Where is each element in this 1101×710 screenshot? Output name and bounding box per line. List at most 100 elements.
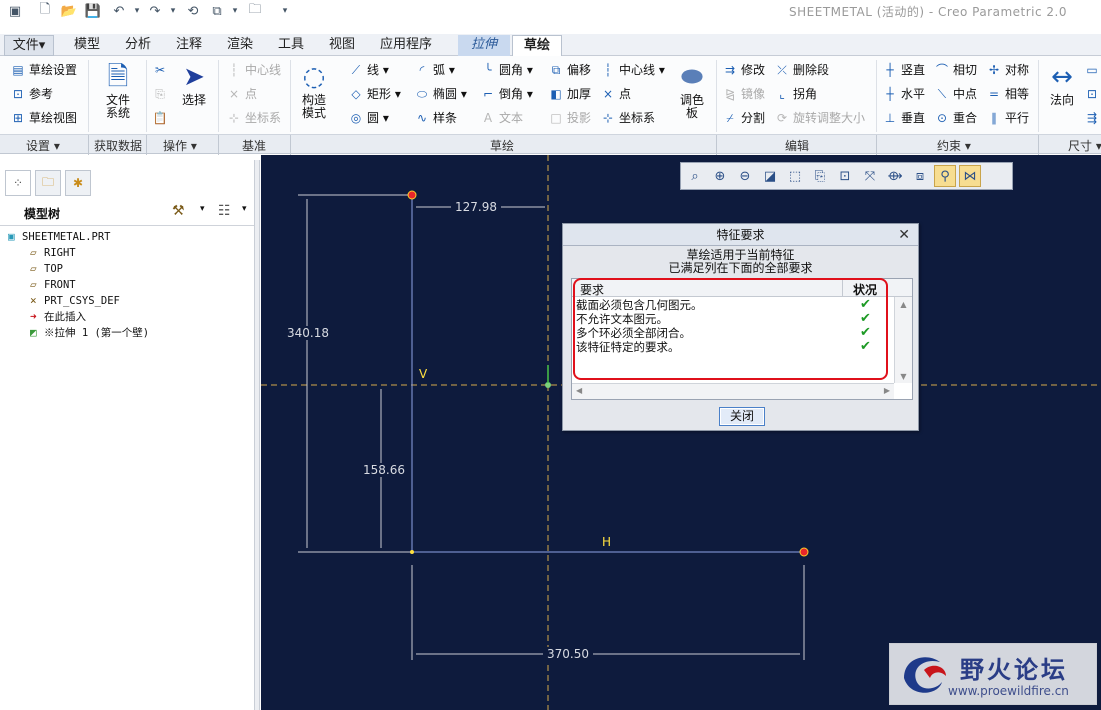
divide-button[interactable]: ⌿ 分割 <box>722 108 765 128</box>
new-file-icon[interactable]: 🗋 <box>36 2 54 20</box>
tab-render[interactable]: 渲染 <box>217 35 263 56</box>
list-item[interactable]: 多个环必须全部闭合。 <box>576 326 691 340</box>
close-window-icon[interactable]: 🗀 <box>246 2 264 20</box>
tree-item-front[interactable]: ▱ FRONT <box>30 277 76 292</box>
parallel-constraint-button[interactable]: ∥ 平行 <box>986 108 1029 128</box>
datum-csys-button[interactable]: ⊹ 坐标系 <box>226 108 281 128</box>
dimension-display-icon[interactable]: ⧈ <box>909 165 931 187</box>
col-requirement[interactable]: 要求 <box>580 281 604 298</box>
scroll-up-icon[interactable]: ▲ <box>895 300 912 309</box>
datum-point-button[interactable]: × 点 <box>226 84 257 104</box>
tab-model[interactable]: 模型 <box>64 35 110 56</box>
thicken-button[interactable]: ◧ 加厚 <box>548 84 591 104</box>
dimension-370[interactable]: 370.50 <box>543 647 593 661</box>
group-setup[interactable]: 设置 ▾ <box>26 137 60 154</box>
redo-dropdown-icon[interactable]: ▾ <box>164 2 182 20</box>
vertical-scrollbar[interactable]: ▲ ▼ <box>894 297 912 383</box>
redo-icon[interactable]: ↷ <box>146 2 164 20</box>
model-tree-tab[interactable]: ⁘ <box>5 170 31 196</box>
tab-tools[interactable]: 工具 <box>268 35 314 56</box>
construction-mode-button[interactable]: ◌ 构造 模式 <box>296 60 332 120</box>
scroll-left-icon[interactable]: ◀ <box>576 386 582 395</box>
group-operations[interactable]: 操作 ▾ <box>163 137 197 154</box>
sketch-setup-button[interactable]: ▤ 草绘设置 <box>10 60 77 80</box>
delete-segment-button[interactable]: ⤫ 删除段 <box>774 60 829 80</box>
project-button[interactable]: □ 投影 <box>548 108 591 128</box>
perpendicular-constraint-button[interactable]: ⊥ 垂直 <box>882 108 925 128</box>
vertex-display-icon[interactable]: ⋈ <box>959 165 981 187</box>
windows-dropdown-icon[interactable]: ▾ <box>226 2 244 20</box>
col-status[interactable]: 状况 <box>853 281 877 298</box>
tree-show-icon[interactable]: ☷ <box>218 203 231 219</box>
tab-file[interactable]: 文件▾ <box>4 35 54 56</box>
scroll-right-icon[interactable]: ▶ <box>884 386 890 395</box>
scroll-down-icon[interactable]: ▼ <box>895 372 912 381</box>
sketch-view-icon[interactable]: ⊡ <box>834 165 856 187</box>
equal-constraint-button[interactable]: = 相等 <box>986 84 1029 104</box>
text-button[interactable]: A 文本 <box>480 108 523 128</box>
coincident-constraint-button[interactable]: ⊙ 重合 <box>934 108 977 128</box>
refit-icon[interactable]: ⌕ <box>684 165 706 187</box>
save-icon[interactable]: 💾 <box>84 2 102 20</box>
file-system-button[interactable]: 🗎 文件 系统 <box>96 60 140 120</box>
tree-item-right[interactable]: ▱ RIGHT <box>30 245 76 260</box>
zoom-in-icon[interactable]: ⊕ <box>709 165 731 187</box>
close-button[interactable]: 关闭 <box>719 407 765 426</box>
datum-centerline-button[interactable]: ┆ 中心线 <box>226 60 281 80</box>
tree-settings-dropdown-icon[interactable]: ▾ <box>200 204 205 214</box>
tab-sketch[interactable]: 草绘 <box>512 35 562 56</box>
zoom-out-icon[interactable]: ⊖ <box>734 165 756 187</box>
paste-button[interactable]: 📋 <box>152 108 171 128</box>
list-item[interactable]: 截面必须包含几何图元。 <box>576 298 703 312</box>
tree-item-part[interactable]: ▣ SHEETMETAL.PRT <box>8 229 111 244</box>
tab-view[interactable]: 视图 <box>319 35 365 56</box>
palette-button[interactable]: ⬬ 调色 板 <box>672 60 712 120</box>
open-folder-icon[interactable]: 📂 <box>60 2 78 20</box>
display-style-icon[interactable]: ⬚ <box>784 165 806 187</box>
references-button[interactable]: ⊡ 参考 <box>10 84 53 104</box>
perimeter-dimension-button[interactable]: ▭ <box>1084 60 1101 80</box>
undo-icon[interactable]: ↶ <box>110 2 128 20</box>
chamfer-button[interactable]: ⌐ 倒角 ▾ <box>480 84 533 104</box>
tree-item-csys[interactable]: ⨯ PRT_CSYS_DEF <box>30 293 120 308</box>
saved-views-icon[interactable]: ⎘ <box>809 165 831 187</box>
tab-applications[interactable]: 应用程序 <box>370 35 442 56</box>
tree-item-insert-here[interactable]: ➜ 在此插入 <box>30 309 86 324</box>
list-item[interactable]: 不允许文本图元。 <box>576 312 668 326</box>
tab-analysis[interactable]: 分析 <box>115 35 161 56</box>
symmetric-constraint-button[interactable]: ✢ 对称 <box>986 60 1029 80</box>
tree-item-extrude[interactable]: ◩ ※拉伸 1 (第一个壁) <box>30 325 149 340</box>
repaint-icon[interactable]: ◪ <box>759 165 781 187</box>
favorites-tab[interactable]: ✱ <box>65 170 91 196</box>
datum-display-icon[interactable]: ⤧ <box>859 165 881 187</box>
sketch-centerline-button[interactable]: ┆ 中心线 ▾ <box>600 60 664 80</box>
cut-button[interactable]: ✂ <box>152 60 171 80</box>
group-constrain[interactable]: 约束 ▾ <box>937 137 971 154</box>
horizontal-constraint-button[interactable]: ┼ 水平 <box>882 84 925 104</box>
tangent-constraint-button[interactable]: ⌒ 相切 <box>934 60 977 80</box>
constraint-display-icon[interactable]: ⚲ <box>934 165 956 187</box>
mirror-button[interactable]: ⧎ 镜像 <box>722 84 765 104</box>
corner-button[interactable]: ⌞ 拐角 <box>774 84 817 104</box>
select-button[interactable]: ➤ 选择 <box>176 60 212 107</box>
panel-splitter[interactable] <box>254 160 260 710</box>
close-icon[interactable]: ✕ <box>898 224 910 246</box>
tree-settings-icon[interactable]: ⚒ <box>172 203 185 219</box>
sketch-view-button[interactable]: ⊞ 草绘视图 <box>10 108 77 128</box>
windows-icon[interactable]: ⧉ <box>208 2 226 20</box>
line-button[interactable]: ⟋ 线 ▾ <box>348 60 389 80</box>
sketch-point-button[interactable]: × 点 <box>600 84 631 104</box>
fillet-button[interactable]: ╰ 圆角 ▾ <box>480 60 532 80</box>
rectangle-button[interactable]: ◇ 矩形 ▾ <box>348 84 400 104</box>
tab-annotate[interactable]: 注释 <box>166 35 212 56</box>
circle-button[interactable]: ◎ 圆 ▾ <box>348 108 389 128</box>
group-dimension[interactable]: 尺寸 ▾ <box>1068 137 1101 154</box>
modify-button[interactable]: ⇉ 修改 <box>722 60 765 80</box>
folder-browser-tab[interactable]: 🗀 <box>35 170 61 196</box>
spin-center-icon[interactable]: ⟴ <box>884 165 906 187</box>
undo-dropdown-icon[interactable]: ▾ <box>128 2 146 20</box>
rotate-resize-button[interactable]: ⟳ 旋转调整大小 <box>774 108 865 128</box>
tree-item-top[interactable]: ▱ TOP <box>30 261 63 276</box>
baseline-button[interactable]: ⇶ <box>1084 108 1101 128</box>
offset-button[interactable]: ⧉ 偏移 <box>548 60 591 80</box>
